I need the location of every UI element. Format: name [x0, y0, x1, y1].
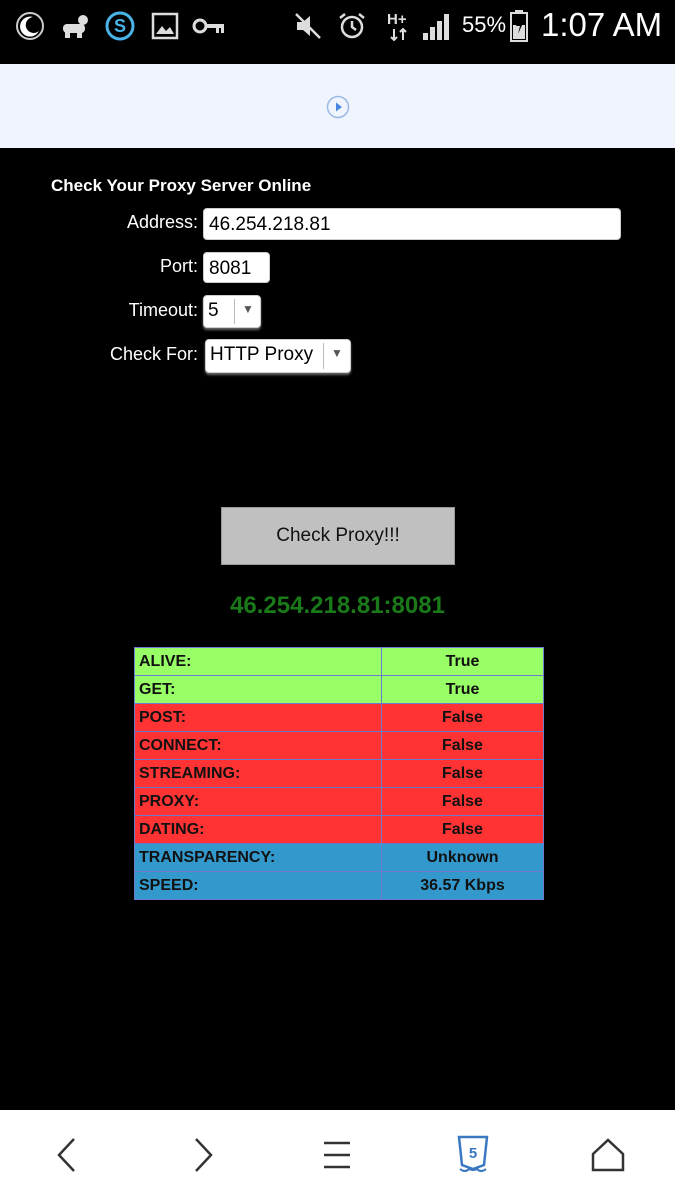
signal-icon: [420, 8, 454, 44]
svg-text:S: S: [114, 16, 126, 36]
result-key: CONNECT:: [134, 731, 382, 760]
table-row: DATING: False: [134, 815, 544, 844]
result-value: False: [381, 759, 544, 788]
battery-percent: 55%: [462, 12, 507, 37]
alarm-icon: [336, 8, 368, 44]
night-mode-icon: [14, 8, 46, 44]
vpn-key-icon: [192, 8, 226, 44]
select-divider: [234, 299, 235, 324]
result-key: ALIVE:: [134, 647, 382, 676]
menu-icon[interactable]: [313, 1132, 361, 1178]
back-icon[interactable]: [42, 1132, 90, 1178]
html5-tabs-icon[interactable]: 5: [449, 1132, 497, 1178]
result-value: True: [381, 647, 544, 676]
result-value: 36.57 Kbps: [381, 871, 544, 900]
table-row: GET: True: [134, 675, 544, 704]
table-row: POST: False: [134, 703, 544, 732]
result-value: False: [381, 703, 544, 732]
result-value: Unknown: [381, 843, 544, 872]
table-row: CONNECT: False: [134, 731, 544, 760]
result-value: False: [381, 787, 544, 816]
hplus-data-icon: H+: [386, 8, 414, 44]
address-label: Address:: [126, 212, 198, 232]
port-label: Port:: [159, 256, 198, 276]
table-row: TRANSPARENCY: Unknown: [134, 843, 544, 872]
check-proxy-button[interactable]: Check Proxy!!!: [221, 507, 455, 565]
svg-text:H+: H+: [387, 11, 407, 28]
check-for-value: HTTP Proxy: [210, 344, 314, 365]
gallery-icon: [150, 8, 180, 44]
check-for-select[interactable]: HTTP Proxy ▼: [205, 339, 351, 373]
result-key: GET:: [134, 675, 382, 704]
result-title: 46.254.218.81:8081: [230, 592, 445, 619]
timeout-value: 5: [208, 300, 219, 321]
result-key: TRANSPARENCY:: [134, 843, 382, 872]
ad-play-icon[interactable]: [326, 95, 350, 119]
result-key: PROXY:: [134, 787, 382, 816]
page-heading: Check Your Proxy Server Online: [51, 176, 312, 195]
select-divider: [323, 343, 324, 369]
table-row: STREAMING: False: [134, 759, 544, 788]
clock: 1:07 AM: [541, 6, 663, 43]
home-icon[interactable]: [584, 1132, 632, 1178]
port-input[interactable]: 8081: [203, 252, 270, 283]
result-value: True: [381, 675, 544, 704]
battery-icon: [508, 8, 530, 44]
result-value: False: [381, 815, 544, 844]
result-key: SPEED:: [134, 871, 382, 900]
results-table: ALIVE: True GET: True POST: False CONNECT: Fals…: [134, 647, 544, 900]
result-value: False: [381, 731, 544, 760]
mute-icon: [292, 8, 324, 44]
table-row: PROXY: False: [134, 787, 544, 816]
address-input[interactable]: 46.254.218.81: [203, 208, 621, 240]
check-for-label: Check For:: [109, 344, 198, 364]
table-row: SPEED: 36.57 Kbps: [134, 871, 544, 900]
status-bar: S H+ 55% 1:07 AM: [0, 0, 675, 52]
timeout-select[interactable]: 5 ▼: [203, 295, 261, 328]
tabs-count: 5: [469, 1145, 477, 1162]
app-s-icon: S: [104, 8, 136, 44]
chevron-down-icon: ▼: [242, 302, 254, 316]
result-key: DATING:: [134, 815, 382, 844]
result-key: STREAMING:: [134, 759, 382, 788]
table-row: ALIVE: True: [134, 647, 544, 676]
result-key: POST:: [134, 703, 382, 732]
baby-monitor-icon: [58, 8, 94, 44]
forward-icon[interactable]: [180, 1132, 228, 1178]
chevron-down-icon: ▼: [331, 346, 343, 360]
timeout-label: Timeout:: [128, 300, 198, 320]
